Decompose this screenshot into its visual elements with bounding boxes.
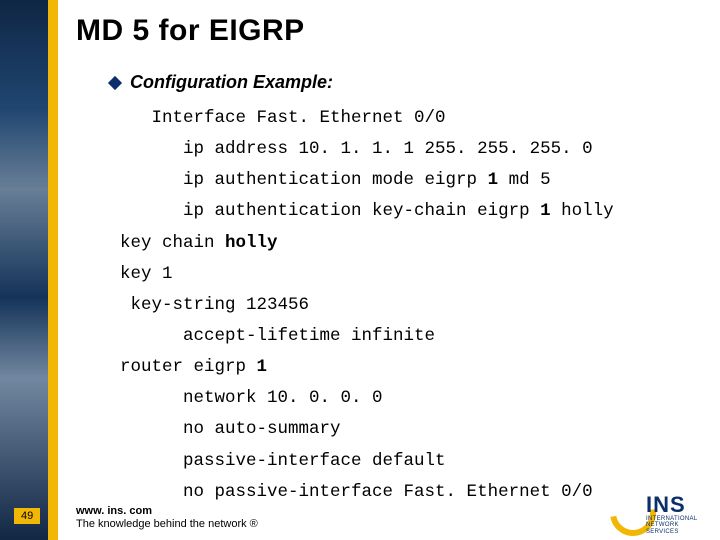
slide-body: Configuration Example: Interface Fast. E… (110, 72, 700, 508)
configuration-code-block: Interface Fast. Ethernet 0/0 ip address … (120, 103, 700, 508)
logo-brand-text: INS (646, 492, 686, 518)
sidebar-background-image (0, 0, 48, 540)
code-line: router eigrp 1 (120, 352, 700, 383)
code-line: ip address 10. 1. 1. 1 255. 255. 255. 0 (120, 134, 700, 165)
code-line: ip authentication key-chain eigrp 1 holl… (120, 196, 700, 227)
page-number-badge: 49 (14, 508, 40, 524)
code-line: Interface Fast. Ethernet 0/0 (120, 103, 700, 134)
code-line: key-string 123456 (120, 290, 700, 321)
ins-logo: INS INTERNATIONAL NETWORK SERVICES (616, 486, 706, 534)
footer: 49 www. ins. com The knowledge behind th… (0, 498, 720, 540)
code-line: network 10. 0. 0. 0 (120, 383, 700, 414)
slide-title: MD 5 for EIGRP (76, 14, 305, 48)
logo-subtext: INTERNATIONAL NETWORK SERVICES (646, 516, 706, 535)
code-line: no auto-summary (120, 414, 700, 445)
footer-text: www. ins. com The knowledge behind the n… (76, 505, 258, 533)
footer-url: www. ins. com (76, 505, 152, 517)
code-line: key 1 (120, 259, 700, 290)
code-line: accept-lifetime infinite (120, 321, 700, 352)
code-line: key chain holly (120, 228, 700, 259)
slide: MD 5 for EIGRP Configuration Example: In… (0, 0, 720, 540)
bullet-row: Configuration Example: (110, 72, 700, 93)
footer-tagline: The knowledge behind the network ® (76, 518, 258, 530)
code-line: ip authentication mode eigrp 1 md 5 (120, 165, 700, 196)
accent-stripe (48, 0, 58, 540)
bullet-heading: Configuration Example: (130, 72, 333, 93)
code-line: passive-interface default (120, 446, 700, 477)
diamond-bullet-icon (108, 76, 122, 90)
